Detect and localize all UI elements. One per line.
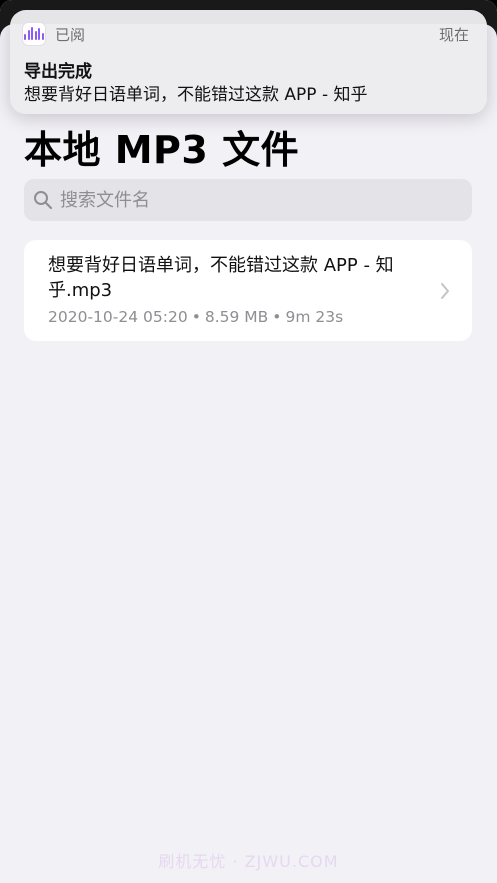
notification-time: 现在 bbox=[438, 26, 469, 44]
search-input[interactable] bbox=[60, 179, 460, 221]
file-size: 8.59 MB bbox=[204, 308, 269, 326]
notification-app-name: 已阅 bbox=[55, 26, 86, 44]
file-date: 2020-10-24 05:20 bbox=[48, 308, 188, 326]
notification-banner[interactable]: 已阅 现在 导出完成 想要背好日语单词，不能错过这款 APP - 知乎 bbox=[10, 10, 487, 114]
meta-separator: • bbox=[191, 308, 201, 326]
app-audio-icon bbox=[22, 22, 46, 46]
file-name: 想要背好日语单词，不能错过这款 APP - 知乎.mp3 bbox=[48, 255, 394, 301]
notification-title: 导出完成 bbox=[24, 62, 92, 82]
file-meta: 2020-10-24 05:20 • 8.59 MB • 9m 23s bbox=[48, 308, 343, 326]
page-title: 本地 MP3 文件 bbox=[24, 128, 300, 172]
meta-separator: • bbox=[272, 308, 282, 326]
chevron-right-icon bbox=[441, 283, 449, 299]
notification-body: 想要背好日语单词，不能错过这款 APP - 知乎 bbox=[24, 85, 368, 105]
watermark: 刷机无忧 · ZJWU.COM bbox=[158, 852, 339, 871]
file-duration: 9m 23s bbox=[285, 308, 344, 326]
app-screen: 已阅 现在 导出完成 想要背好日语单词，不能错过这款 APP - 知乎 本地 M… bbox=[0, 0, 497, 883]
search-icon bbox=[34, 191, 53, 210]
search-bar[interactable] bbox=[24, 179, 472, 221]
file-list-item[interactable]: 想要背好日语单词，不能错过这款 APP - 知乎.mp3 2020-10-24 … bbox=[24, 240, 472, 341]
